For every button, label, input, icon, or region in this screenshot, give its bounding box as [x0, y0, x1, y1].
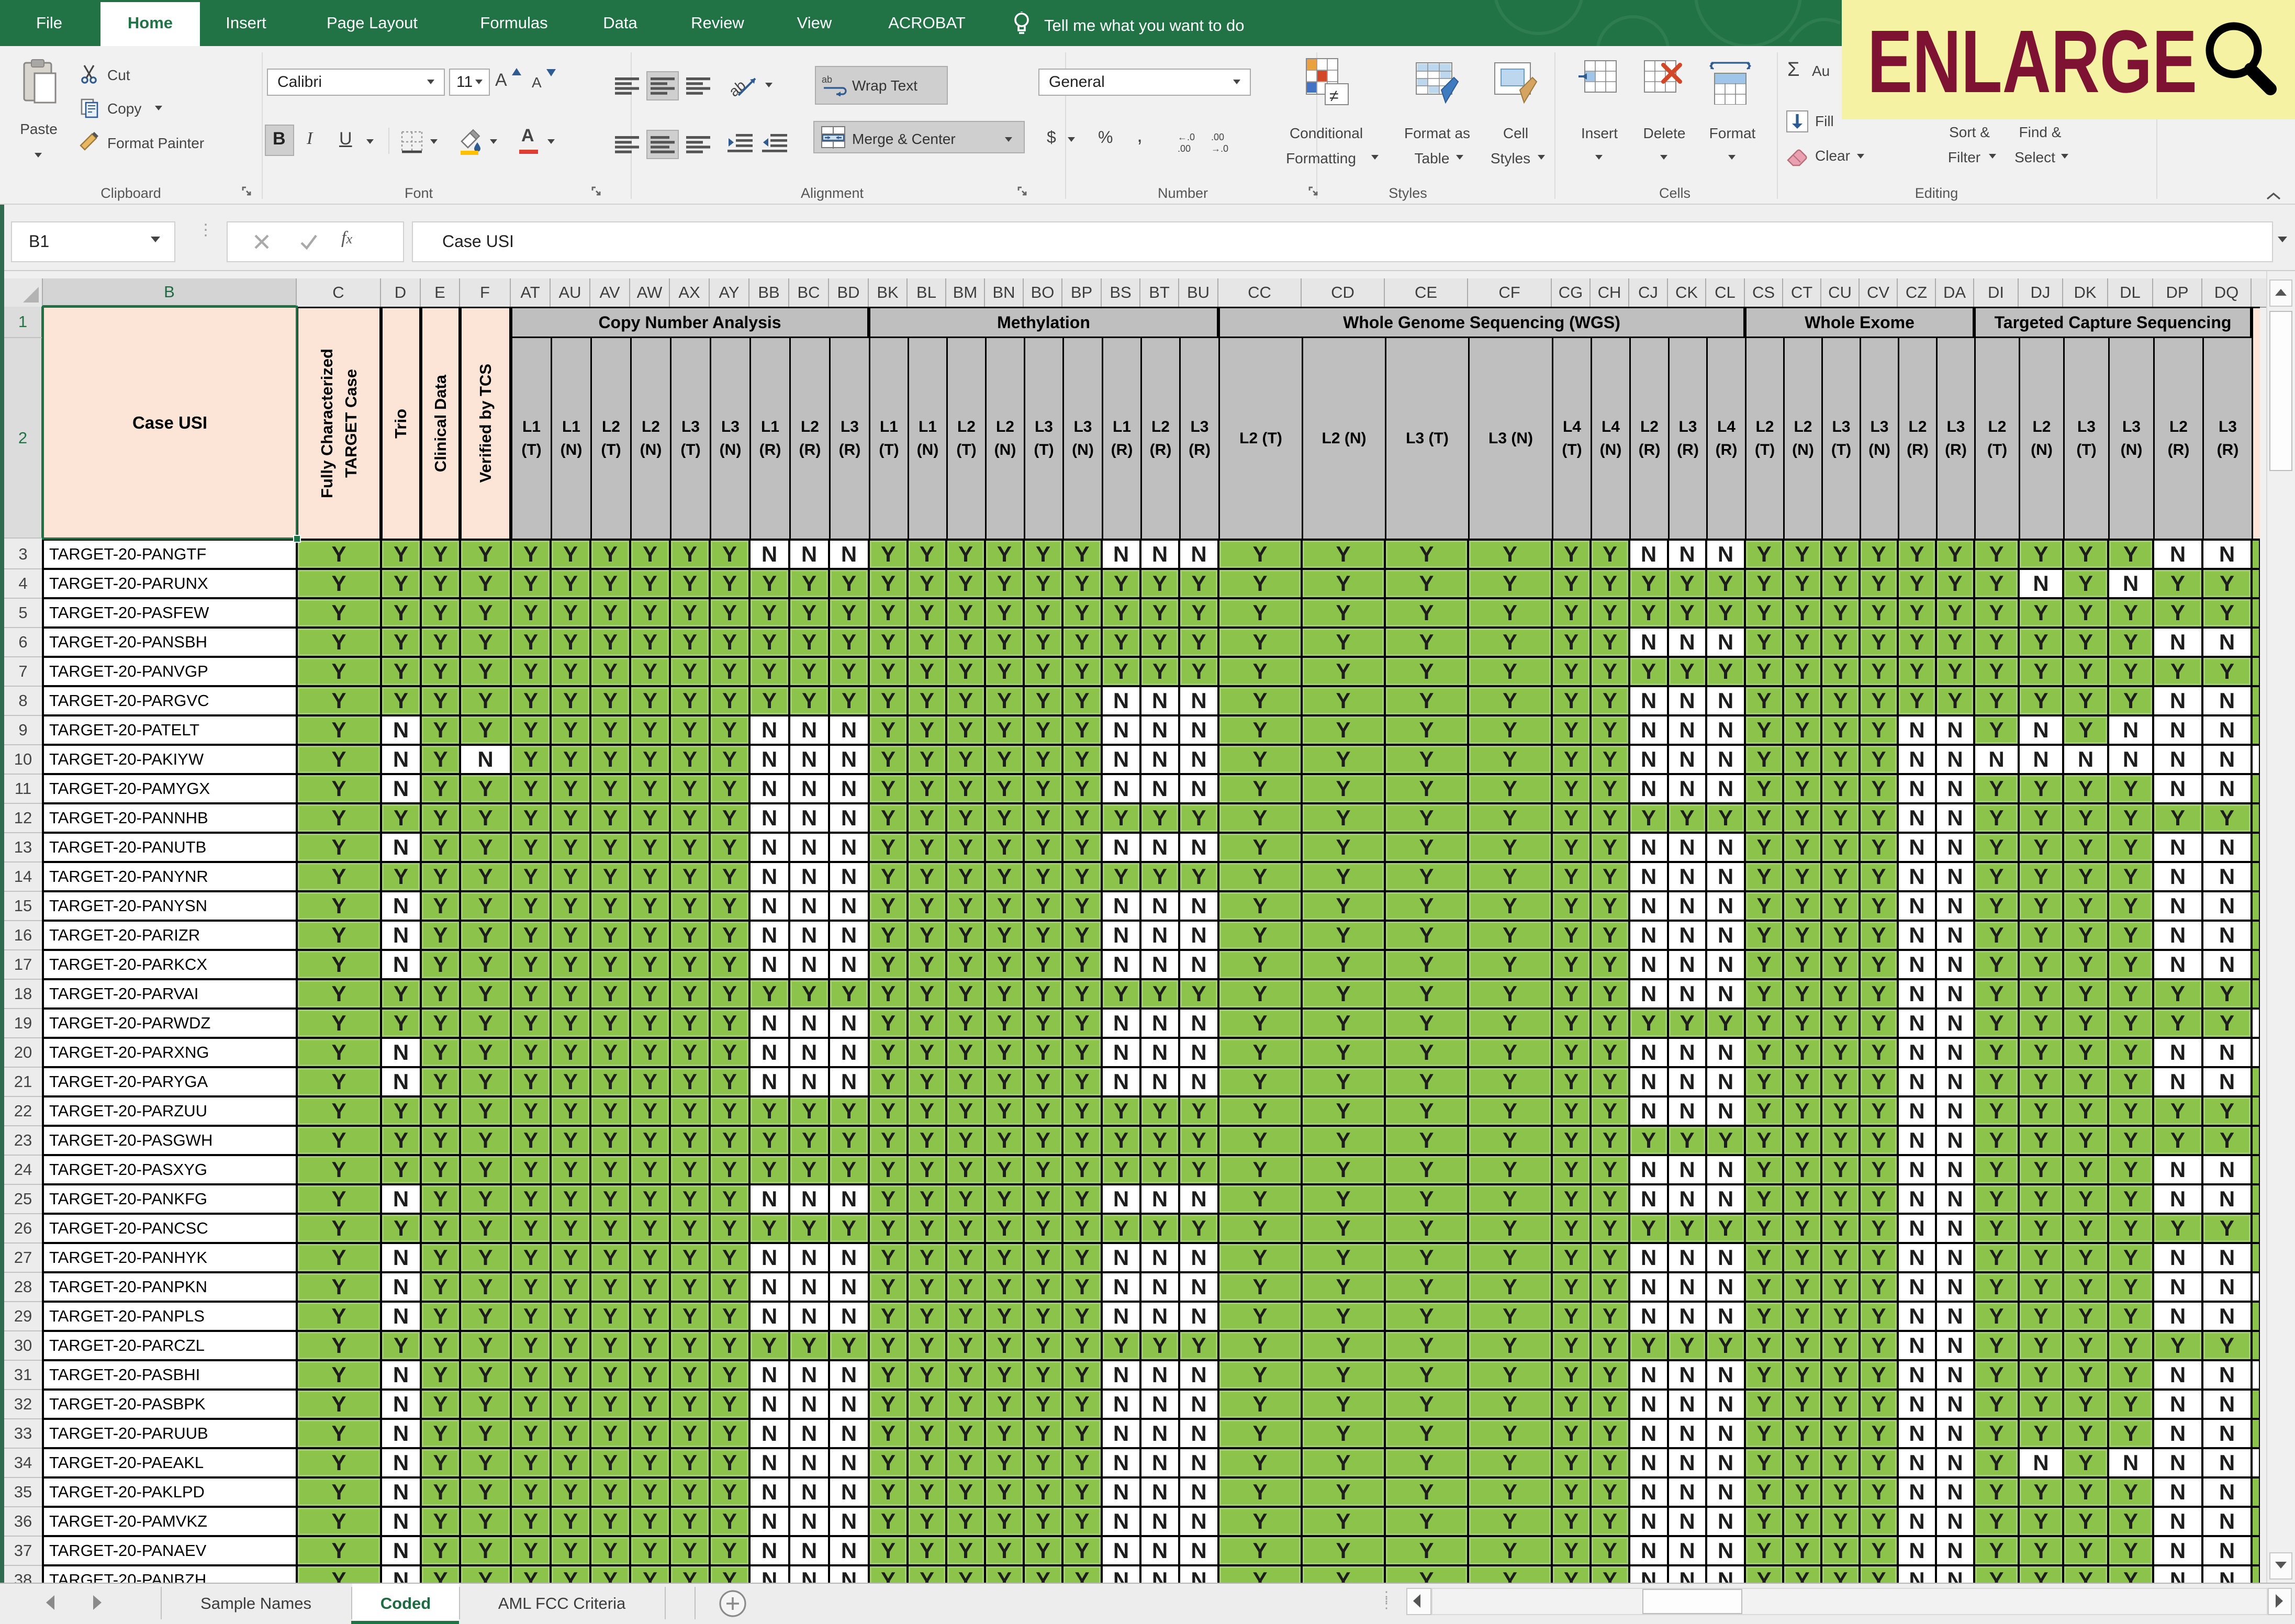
- svg-text:→.0: →.0: [1211, 143, 1228, 154]
- svg-text:.00: .00: [1211, 132, 1224, 142]
- svg-text:≠: ≠: [1329, 86, 1339, 105]
- svg-text:ab: ab: [822, 74, 832, 85]
- svg-text:←.0: ←.0: [1178, 132, 1195, 142]
- svg-text:.00: .00: [1178, 143, 1191, 154]
